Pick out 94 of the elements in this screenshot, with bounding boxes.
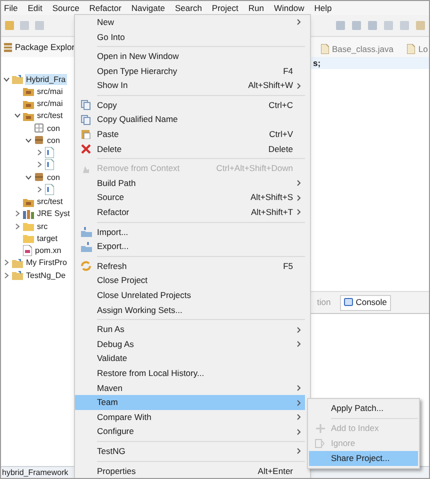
project-folder-icon — [12, 258, 23, 268]
java-file-icon — [45, 147, 54, 158]
menu-item[interactable]: Close Unrelated Projects — [75, 288, 305, 303]
package-icon — [34, 123, 44, 134]
menu-item[interactable]: Debug As — [75, 336, 305, 352]
tree-item[interactable]: Hybrid_Fra — [25, 74, 67, 85]
menu-bar-item[interactable]: Help — [314, 2, 332, 14]
import-icon — [80, 227, 92, 238]
menu-item[interactable]: Refresh F5 — [75, 258, 305, 274]
menu-item[interactable]: Import... — [75, 224, 305, 240]
project-folder-icon — [12, 270, 23, 280]
folder-icon — [23, 233, 34, 244]
menu-item[interactable]: Export... — [75, 239, 305, 254]
expanded-chevron-icon[interactable] — [25, 174, 32, 181]
console-icon — [344, 298, 353, 307]
menu-item[interactable]: Properties Alt+Enter — [75, 464, 305, 478]
source-folder-icon — [23, 98, 34, 109]
menu-item[interactable]: Share Project... — [309, 451, 418, 466]
tree-item[interactable]: con — [46, 122, 61, 134]
collapsed-chevron-icon[interactable] — [36, 186, 43, 193]
refresh-icon — [81, 261, 91, 272]
plus-icon — [316, 424, 324, 433]
menu-item[interactable]: Team — [75, 395, 305, 410]
source-folder-icon — [23, 110, 34, 121]
menu-item[interactable]: Assign Working Sets... — [75, 302, 305, 318]
menu-item[interactable]: Configure — [75, 424, 305, 440]
folder-icon — [23, 221, 34, 232]
menu-bar-item[interactable]: Window — [274, 2, 304, 14]
panel-tab[interactable]: Console — [340, 294, 391, 310]
java-file-icon — [45, 159, 54, 170]
clipboard-icon — [81, 129, 91, 140]
menu-item[interactable]: Validate — [75, 351, 305, 366]
menu-item[interactable]: Open Type Hierarchy F4 — [75, 64, 305, 78]
java-file-icon — [45, 184, 54, 195]
package-explorer-icon — [4, 42, 12, 52]
menu-item[interactable]: Copy Ctrl+C — [75, 98, 305, 113]
menu-bar-item[interactable]: Search — [174, 2, 202, 14]
package-icon — [34, 172, 44, 182]
ignore-icon — [315, 439, 325, 448]
tree-item[interactable]: pom.xn — [34, 245, 62, 256]
menu-item[interactable]: Build Path — [75, 176, 305, 191]
package-icon — [34, 135, 44, 146]
menu-item[interactable]: Copy Qualified Name — [75, 112, 305, 128]
tree-item[interactable]: JRE Syst — [36, 208, 71, 220]
editor-tab[interactable]: Base_class.java — [321, 41, 394, 57]
tree-item[interactable]: src/test — [36, 110, 64, 122]
menu-item[interactable]: Paste Ctrl+V — [75, 127, 305, 142]
tree-item[interactable]: con — [46, 134, 61, 146]
tree-item[interactable]: target — [36, 232, 58, 244]
menu-item[interactable]: Go Into — [75, 30, 305, 44]
code-line: s; — [313, 56, 321, 70]
library-icon — [23, 208, 34, 219]
menu-bar-item[interactable]: Refactor — [89, 2, 122, 14]
menu-item[interactable]: Open in New Window — [75, 49, 305, 64]
delete-icon — [81, 144, 91, 154]
menu-bar-item[interactable]: File — [4, 2, 18, 14]
menu-item[interactable]: Close Project — [75, 274, 305, 288]
tree-item[interactable]: src/test — [36, 196, 64, 208]
status-text: hybrid_Framework — [1, 466, 68, 478]
menu-item[interactable]: Compare With — [75, 410, 305, 424]
tree-item[interactable]: con — [46, 172, 61, 183]
menu-item[interactable]: Delete Delete — [75, 142, 305, 156]
source-folder-icon — [23, 86, 34, 96]
menu-bar-item[interactable]: Edit — [28, 2, 42, 14]
file-icon — [23, 245, 32, 256]
menu-bar-item[interactable]: Source — [52, 2, 80, 14]
tree-item[interactable]: My FirstPro — [25, 257, 68, 268]
source-folder-icon — [23, 196, 34, 207]
tree-item[interactable]: src/mai — [36, 86, 64, 97]
expanded-chevron-icon[interactable] — [25, 136, 32, 144]
menu-item[interactable]: Restore from Local History... — [75, 366, 305, 381]
menu-bar-item[interactable]: Project — [212, 2, 238, 14]
menu-bar-item[interactable]: Run — [248, 2, 264, 14]
editor-tab[interactable]: Lo — [407, 41, 428, 57]
expanded-chevron-icon[interactable] — [3, 76, 10, 83]
menu-item[interactable]: Run As — [75, 322, 305, 337]
menu-item[interactable]: New — [75, 15, 305, 30]
java-file-icon — [321, 44, 329, 54]
tree-item[interactable]: src — [36, 220, 49, 232]
project-folder-icon — [12, 74, 23, 84]
menu-item[interactable]: Show In Alt+Shift+W — [75, 78, 305, 93]
menu-item[interactable]: Refactor Alt+Shift+T — [75, 205, 305, 220]
menu-bar-item[interactable]: Navigate — [131, 2, 165, 14]
menu-item[interactable]: Maven — [75, 380, 305, 396]
copy-icon — [81, 114, 91, 125]
menu-item[interactable]: Source Alt+Shift+S — [75, 190, 305, 206]
expanded-chevron-icon[interactable] — [14, 112, 21, 120]
tree-item[interactable]: src/mai — [36, 98, 64, 110]
copy-icon — [81, 100, 91, 110]
export-icon — [80, 242, 92, 252]
menu-item[interactable]: TestNG — [75, 444, 305, 459]
java-file-icon — [407, 44, 416, 54]
menu-item[interactable]: Apply Patch... — [309, 401, 418, 416]
tree-item[interactable]: TestNg_De — [25, 270, 67, 281]
